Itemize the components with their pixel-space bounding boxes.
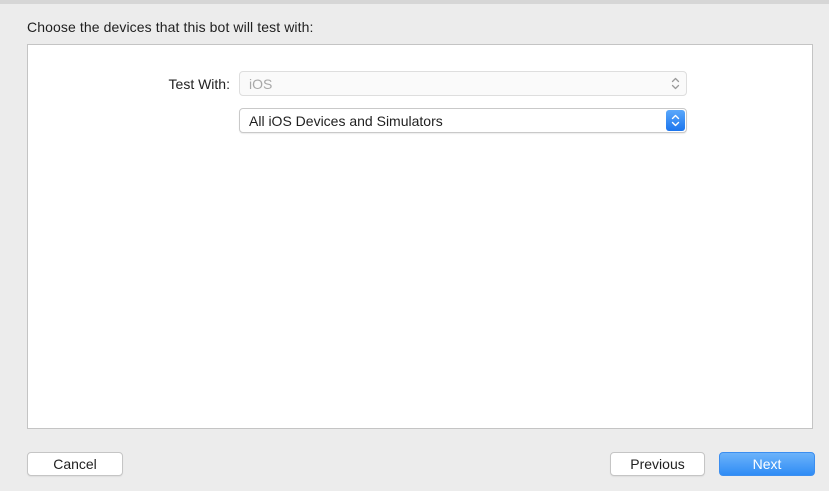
bot-setup-sheet: Choose the devices that this bot will te… bbox=[0, 0, 829, 491]
test-with-label: Test With: bbox=[168, 76, 230, 92]
platform-popup-value: iOS bbox=[249, 76, 273, 92]
device-popup-value: All iOS Devices and Simulators bbox=[249, 113, 443, 129]
platform-popup[interactable]: iOS bbox=[239, 71, 687, 96]
device-popup[interactable]: All iOS Devices and Simulators bbox=[239, 108, 687, 133]
up-down-chevron-icon bbox=[671, 76, 680, 91]
instruction-text: Choose the devices that this bot will te… bbox=[27, 19, 314, 35]
cancel-button[interactable]: Cancel bbox=[27, 452, 123, 476]
device-selection-panel: Test With: iOS All iOS Devices and Simul… bbox=[27, 44, 813, 429]
up-down-chevron-icon bbox=[666, 110, 685, 131]
previous-button[interactable]: Previous bbox=[610, 452, 705, 476]
next-button[interactable]: Next bbox=[719, 452, 815, 476]
